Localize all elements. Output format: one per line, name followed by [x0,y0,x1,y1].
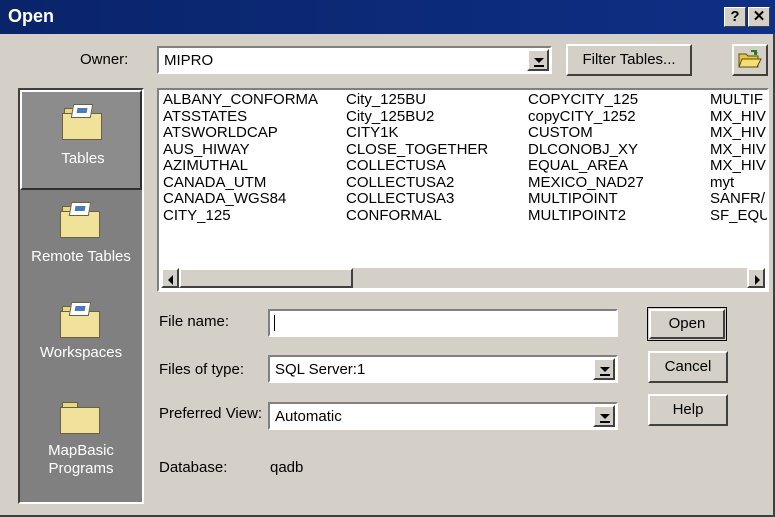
database-label: Database: [159,459,228,476]
list-item[interactable]: EQUAL_AREA [528,157,644,175]
folder-icon [60,202,100,238]
place-remote-tables-label: Remote Tables [31,248,131,265]
table-list-column-2: City_125BU City_125BU2 CITY1K CLOSE_TOGE… [346,91,488,225]
file-name-label: File name: [159,313,230,330]
place-mapbasic-label-2: Programs [48,460,114,477]
list-item[interactable]: CONFORMAL [346,207,488,225]
list-item[interactable]: ATSSTATES [163,108,318,126]
open-dialog: Open ? ✕ Owner: MIPRO Filter Tables... T… [0,0,775,517]
title-bar: Open ? ✕ [0,0,775,34]
preferred-view-value: Automatic [275,408,342,425]
list-item[interactable]: MULTIPOINT [528,190,644,208]
place-tables[interactable]: Tables [20,90,142,190]
table-list-column-3: COPYCITY_125 copyCITY_1252 CUSTOM DLCONO… [528,91,644,225]
list-item[interactable]: CITY_125 [163,207,318,225]
preferred-view-select[interactable]: Automatic [268,402,618,430]
list-item[interactable]: COLLECTUSA2 [346,174,488,192]
help-button[interactable]: Help [648,394,728,426]
help-title-button[interactable]: ? [724,7,746,27]
list-item[interactable]: MX_HIV [710,108,767,126]
list-item[interactable]: COPYCITY_125 [528,91,644,109]
list-item[interactable]: MULTIF [710,91,767,109]
list-item[interactable]: COLLECTUSA3 [346,190,488,208]
folder-icon [60,402,100,434]
database-value: qadb [270,459,304,476]
owner-dropdown-arrow[interactable] [527,49,549,71]
list-item[interactable]: MX_HIV [710,141,767,159]
open-button[interactable]: Open [649,309,725,339]
folder-open-icon [738,50,762,68]
files-of-type-dropdown-arrow[interactable] [593,358,615,380]
filter-tables-label: Filter Tables... [582,51,676,68]
list-item[interactable]: SANFR/ [710,190,767,208]
list-item[interactable]: DLCONOBJ_XY [528,141,644,159]
place-mapbasic-label-1: MapBasic [48,442,114,459]
owner-value: MIPRO [164,52,214,69]
close-button[interactable]: ✕ [748,7,770,27]
list-item[interactable]: CITY1K [346,124,488,142]
table-list-column-4: MULTIF MX_HIV MX_HIV MX_HIV MX_HIV myt S… [710,91,767,225]
places-bar: Tables Remote Tables Workspaces MapBasic… [18,88,144,504]
folder-icon [60,302,100,338]
files-of-type-select[interactable]: SQL Server:1 [268,355,618,383]
file-name-input[interactable] [268,309,618,337]
list-item[interactable]: AZIMUTHAL [163,157,318,175]
list-item[interactable]: AUS_HIWAY [163,141,318,159]
open-folder-button[interactable] [732,44,768,76]
list-item[interactable]: MX_HIV [710,124,767,142]
list-item[interactable]: COLLECTUSA [346,157,488,175]
list-item[interactable]: ALBANY_CONFORMA [163,91,318,109]
scroll-left-button[interactable] [161,268,179,288]
scroll-right-button[interactable] [747,268,765,288]
list-item[interactable]: SF_EQU [710,207,767,225]
open-button-label: Open [668,315,706,332]
place-remote-tables[interactable]: Remote Tables [20,192,142,292]
files-of-type-label: Files of type: [159,361,245,378]
owner-select[interactable]: MIPRO [157,46,552,74]
owner-label: Owner: [80,51,129,68]
preferred-view-label: Preferred View: [159,405,263,422]
table-list-column-1: ALBANY_CONFORMA ATSSTATES ATSWORLDCAP AU… [163,91,318,225]
list-item[interactable]: CANADA_UTM [163,174,318,192]
list-item[interactable]: CLOSE_TOGETHER [346,141,488,159]
list-item[interactable]: CANADA_WGS84 [163,190,318,208]
files-of-type-value: SQL Server:1 [275,361,366,378]
list-item[interactable]: ATSWORLDCAP [163,124,318,142]
place-tables-label: Tables [61,150,105,167]
right-arrow-icon [755,275,760,285]
cancel-button[interactable]: Cancel [648,351,728,383]
filter-tables-button[interactable]: Filter Tables... [566,44,692,76]
place-workspaces[interactable]: Workspaces [20,292,142,388]
preferred-view-dropdown-arrow[interactable] [593,405,615,427]
place-mapbasic-programs[interactable]: MapBasic Programs [20,388,142,498]
folder-icon [62,104,102,140]
list-item[interactable]: MEXICO_NAD27 [528,174,644,192]
window-title: Open [8,6,55,26]
left-arrow-icon [168,275,173,285]
list-item[interactable]: City_125BU [346,91,488,109]
list-item[interactable]: City_125BU2 [346,108,488,126]
text-caret [274,315,275,331]
scrollbar-thumb[interactable] [179,268,353,288]
list-item[interactable]: MX_HIV [710,157,767,175]
list-item[interactable]: copyCITY_1252 [528,108,644,126]
help-button-label: Help [672,401,704,418]
cancel-button-label: Cancel [664,358,712,375]
horizontal-scrollbar[interactable] [161,268,765,288]
list-item[interactable]: myt [710,174,767,192]
list-item[interactable]: CUSTOM [528,124,644,142]
table-list[interactable]: ALBANY_CONFORMA ATSSTATES ATSWORLDCAP AU… [157,88,769,292]
place-workspaces-label: Workspaces [39,344,123,361]
list-item[interactable]: MULTIPOINT2 [528,207,644,225]
